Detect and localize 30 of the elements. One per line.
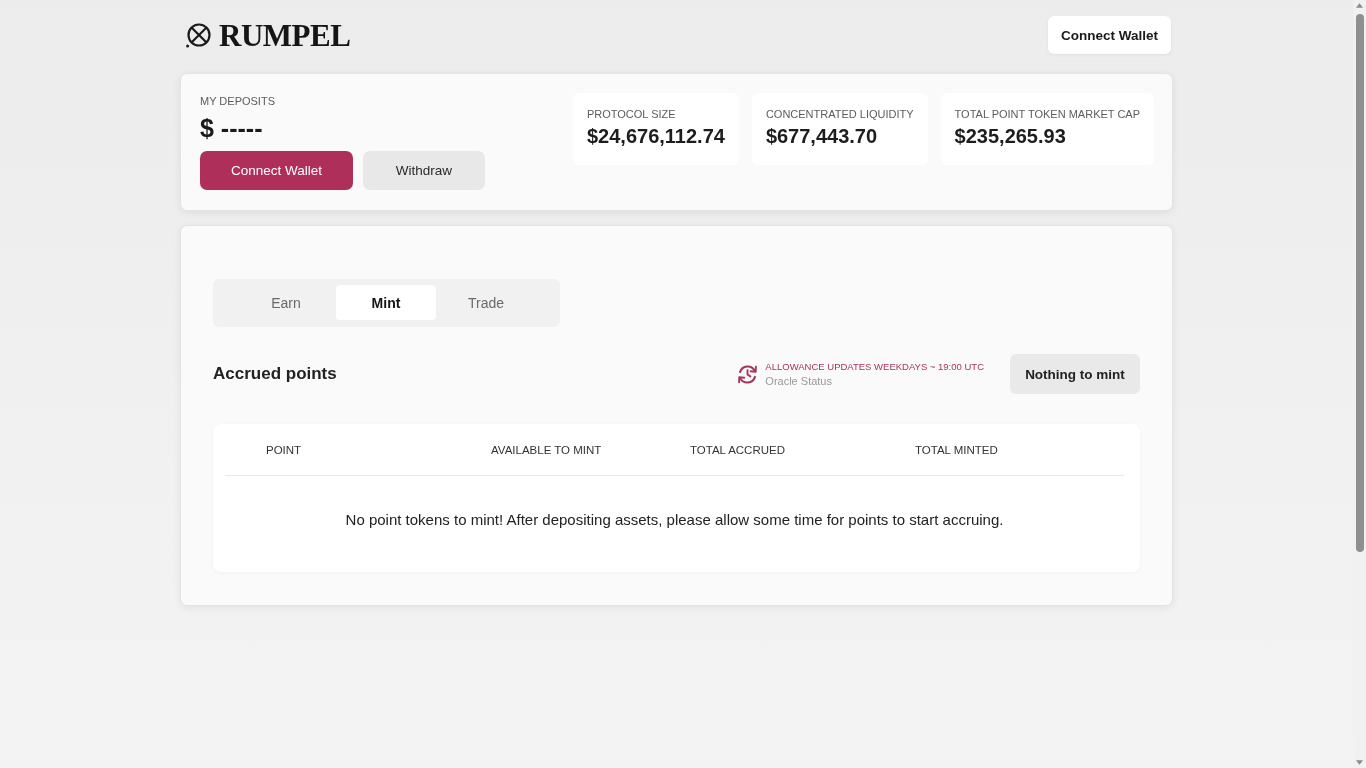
deposits-label: MY DEPOSITS xyxy=(200,95,276,107)
stat-value: $24,676,112.74 xyxy=(586,125,725,148)
stat-label: TOTAL POINT TOKEN MARKET CAP xyxy=(954,108,1140,120)
oracle-status-label: Oracle Status xyxy=(765,375,833,387)
scroll-down-icon[interactable] xyxy=(1356,760,1363,765)
stat-label: CONCENTRATED LIQUIDITY xyxy=(765,108,914,120)
stat-value: $677,443.70 xyxy=(765,125,879,148)
stat-label: PROTOCOL SIZE xyxy=(586,108,677,120)
deposits-value: $ ----- xyxy=(200,113,264,143)
connect-wallet-button[interactable]: Connect Wallet xyxy=(1048,16,1171,54)
scrollbar[interactable] xyxy=(1353,0,1366,768)
column-header: TOTAL ACCRUED xyxy=(690,443,786,456)
tab[interactable]: Trade xyxy=(436,285,536,320)
column-header: AVAILABLE TO MINT xyxy=(491,443,603,456)
circle-cross-icon xyxy=(186,22,212,48)
empty-message: No point tokens to mint! After depositing assets, please allow some time for points to start accruing. xyxy=(345,510,1004,528)
section-title: Accrued points xyxy=(213,364,337,384)
scroll-up-icon[interactable] xyxy=(1356,3,1363,8)
tab[interactable]: Earn xyxy=(236,285,336,320)
tab[interactable]: Mint xyxy=(336,285,436,320)
logo-wordmark: RUMPEL xyxy=(219,19,351,51)
stat-value: $235,265.93 xyxy=(954,125,1067,148)
column-header: POINT xyxy=(266,443,303,456)
clock-arrows-icon xyxy=(737,363,759,385)
withdraw-button[interactable]: Withdraw xyxy=(363,151,485,190)
nothing-to-mint-button[interactable]: Nothing to mint xyxy=(1010,354,1140,394)
column-header: TOTAL MINTED xyxy=(915,443,999,456)
scrollbar-thumb[interactable] xyxy=(1355,14,1364,552)
connect-wallet-button[interactable]: Connect Wallet xyxy=(200,151,353,190)
allowance-notice: ALLOWANCE UPDATES WEEKDAYS ~ 19:00 UTC xyxy=(765,361,984,372)
